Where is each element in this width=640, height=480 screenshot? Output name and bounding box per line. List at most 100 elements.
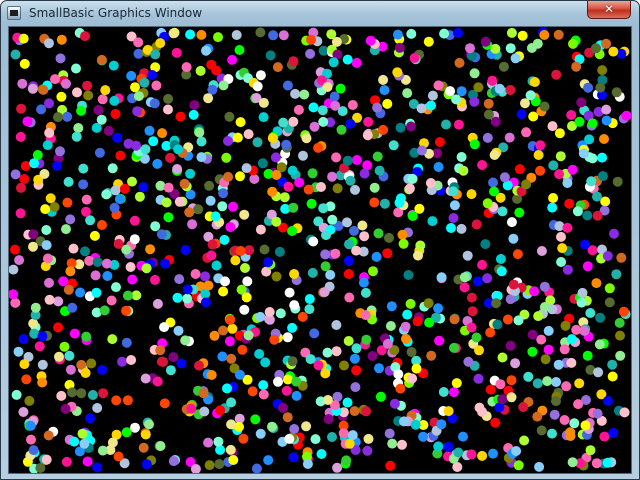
circle	[505, 85, 516, 95]
circle	[10, 244, 20, 255]
circle	[607, 359, 618, 370]
circle	[604, 283, 615, 294]
circle	[155, 345, 166, 356]
circle	[477, 450, 488, 461]
graphics-canvas[interactable]	[8, 26, 632, 474]
circle	[434, 335, 445, 346]
circle	[591, 458, 602, 469]
circle	[483, 109, 494, 120]
circle	[406, 28, 417, 39]
close-button[interactable]: ✕	[587, 1, 631, 19]
circle	[278, 402, 288, 413]
circle	[155, 38, 166, 49]
circle	[406, 347, 417, 357]
circle	[15, 131, 26, 142]
circle	[294, 177, 305, 188]
circle	[615, 330, 625, 341]
circle	[436, 419, 447, 430]
circle	[574, 116, 585, 127]
circle	[89, 230, 100, 241]
circle	[60, 403, 71, 414]
circle	[316, 182, 326, 192]
circle	[173, 144, 184, 155]
circle	[349, 353, 360, 364]
circle	[156, 356, 167, 367]
circle	[264, 307, 275, 317]
circle	[602, 251, 613, 261]
circle	[267, 186, 278, 197]
circle	[174, 274, 185, 285]
circle	[226, 419, 237, 430]
circle	[44, 127, 55, 138]
circle	[551, 69, 562, 80]
circle	[562, 264, 573, 275]
circle	[362, 445, 373, 456]
circle	[578, 148, 589, 159]
circle	[382, 248, 393, 259]
circle	[82, 80, 93, 91]
circle	[171, 47, 182, 58]
circle	[602, 457, 613, 468]
circle	[289, 300, 300, 311]
circle	[384, 232, 394, 243]
circle	[387, 438, 398, 449]
circle	[282, 80, 293, 91]
circle	[378, 74, 389, 85]
circle	[398, 238, 409, 249]
circle	[24, 395, 35, 406]
app-window-icon[interactable]	[7, 6, 21, 20]
circle	[499, 172, 510, 183]
circle	[288, 202, 299, 213]
circle	[331, 346, 342, 357]
circle	[466, 322, 477, 333]
circle	[97, 364, 108, 375]
circle	[224, 111, 235, 122]
circle	[68, 243, 79, 254]
circle	[407, 211, 418, 221]
circle	[255, 311, 266, 322]
circle	[93, 105, 104, 115]
circle	[566, 357, 577, 368]
circle	[485, 384, 496, 395]
circle	[239, 304, 250, 315]
circle	[527, 346, 538, 357]
circle	[239, 209, 250, 220]
circle	[18, 33, 29, 44]
circle	[255, 27, 266, 38]
circle	[565, 427, 576, 438]
circle	[361, 334, 372, 345]
circle	[235, 246, 246, 256]
title-bar[interactable]: SmallBasic Graphics Window ✕	[1, 1, 639, 25]
circle	[363, 433, 374, 444]
circle	[63, 176, 74, 187]
circle	[443, 441, 454, 452]
circle	[225, 444, 236, 455]
circle	[9, 289, 19, 300]
circle	[519, 435, 530, 446]
circle	[9, 264, 19, 275]
circle	[577, 287, 588, 298]
circle	[382, 98, 393, 109]
circle	[267, 421, 277, 432]
graphics-window: SmallBasic Graphics Window ✕	[0, 0, 640, 480]
circle	[469, 96, 480, 107]
circle	[595, 82, 606, 93]
circle	[449, 200, 460, 211]
circle	[140, 373, 151, 384]
circle	[219, 234, 230, 245]
circle	[471, 332, 482, 343]
circle	[258, 389, 269, 400]
circle	[21, 374, 32, 385]
circle	[453, 28, 463, 38]
circle	[271, 216, 282, 227]
circle	[599, 431, 610, 442]
circle	[551, 377, 562, 387]
circle	[37, 377, 48, 388]
circle	[564, 198, 575, 209]
circle	[472, 276, 483, 287]
circle	[361, 406, 371, 417]
circle	[232, 132, 243, 143]
circle	[231, 30, 242, 40]
circle	[433, 80, 444, 91]
circle	[16, 103, 27, 114]
